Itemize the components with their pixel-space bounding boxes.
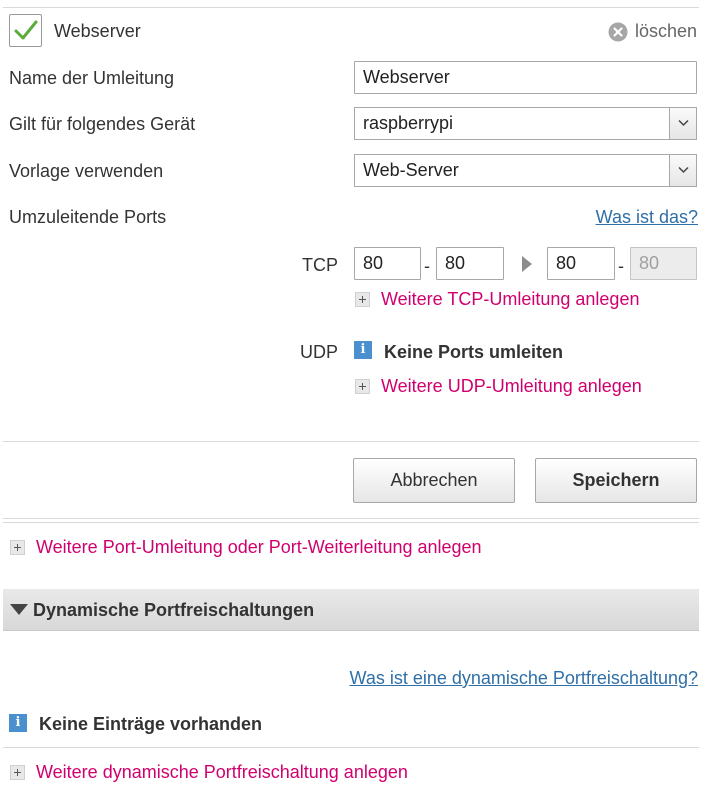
actions-divider [3,441,699,442]
plus-icon [10,765,25,780]
section-divider-top [3,518,699,519]
tcp-label: TCP [302,255,338,275]
dynamic-divider [3,747,699,748]
tcp-range-separator: - [424,256,430,276]
add-port-forwarding-link[interactable]: Weitere Port-Umleitung oder Port-Weiterl… [10,536,490,558]
add-dynamic-forwarding-label: Weitere dynamische Portfreischaltung anl… [36,762,408,782]
chevron-down-icon [678,166,689,174]
triangle-down-icon [10,604,28,615]
save-button[interactable]: Speichern [535,458,697,503]
device-dropdown-button[interactable] [669,108,696,139]
template-label: Vorlage verwenden [9,161,164,181]
checkmark-icon [14,20,38,40]
device-select[interactable]: raspberrypi [354,107,697,140]
template-select-value: Web-Server [363,160,459,180]
delete-label: löschen [635,21,698,41]
add-udp-forwarding-label: Weitere UDP-Umleitung anlegen [381,376,642,396]
device-select-value: raspberrypi [363,113,454,133]
arrow-right-icon [522,256,532,272]
add-dynamic-forwarding-link[interactable]: Weitere dynamische Portfreischaltung anl… [10,761,430,783]
delete-button[interactable]: löschen [608,20,700,42]
cancel-button[interactable]: Abbrechen [353,458,515,503]
ports-help-link[interactable]: Was ist das? [596,206,698,228]
dynamic-section-title: Dynamische Portfreischaltungen [33,600,315,620]
tcp-from-start-input[interactable]: 80 [354,247,421,280]
add-tcp-forwarding-link[interactable]: Weitere TCP-Umleitung anlegen [355,288,655,310]
tcp-to-start-input[interactable]: 80 [547,247,615,280]
enabled-checkbox[interactable] [9,14,42,47]
name-label: Name der Umleitung [9,68,175,88]
tcp-from-end-input[interactable]: 80 [436,247,504,280]
ports-label: Umzuleitende Ports [9,207,167,227]
info-icon: i [354,341,372,359]
device-label: Gilt für folgendes Gerät [9,114,196,134]
section-divider-bottom [3,522,699,523]
tcp-to-end-input: 80 [630,247,697,280]
add-udp-forwarding-link[interactable]: Weitere UDP-Umleitung anlegen [355,375,655,397]
top-divider [3,7,699,8]
add-tcp-forwarding-label: Weitere TCP-Umleitung anlegen [381,289,640,309]
udp-no-ports-text: Keine Ports umleiten [384,342,564,362]
tcp-target-separator: - [618,256,624,276]
udp-label: UDP [300,342,339,362]
plus-icon [10,540,25,555]
add-port-forwarding-label: Weitere Port-Umleitung oder Port-Weiterl… [36,537,482,557]
close-circle-icon [608,22,628,42]
dynamic-help-link[interactable]: Was ist eine dynamische Portfreischaltun… [350,667,699,689]
rule-name-heading: Webserver [54,21,141,41]
name-input[interactable]: Webserver [354,61,697,94]
info-icon: i [9,714,27,732]
template-dropdown-button[interactable] [669,155,696,186]
template-select[interactable]: Web-Server [354,154,697,187]
dynamic-section-header[interactable]: Dynamische Portfreischaltungen [3,589,699,631]
dynamic-empty-text: Keine Einträge vorhanden [39,714,263,734]
plus-icon [355,292,370,307]
plus-icon [355,379,370,394]
chevron-down-icon [678,119,689,127]
